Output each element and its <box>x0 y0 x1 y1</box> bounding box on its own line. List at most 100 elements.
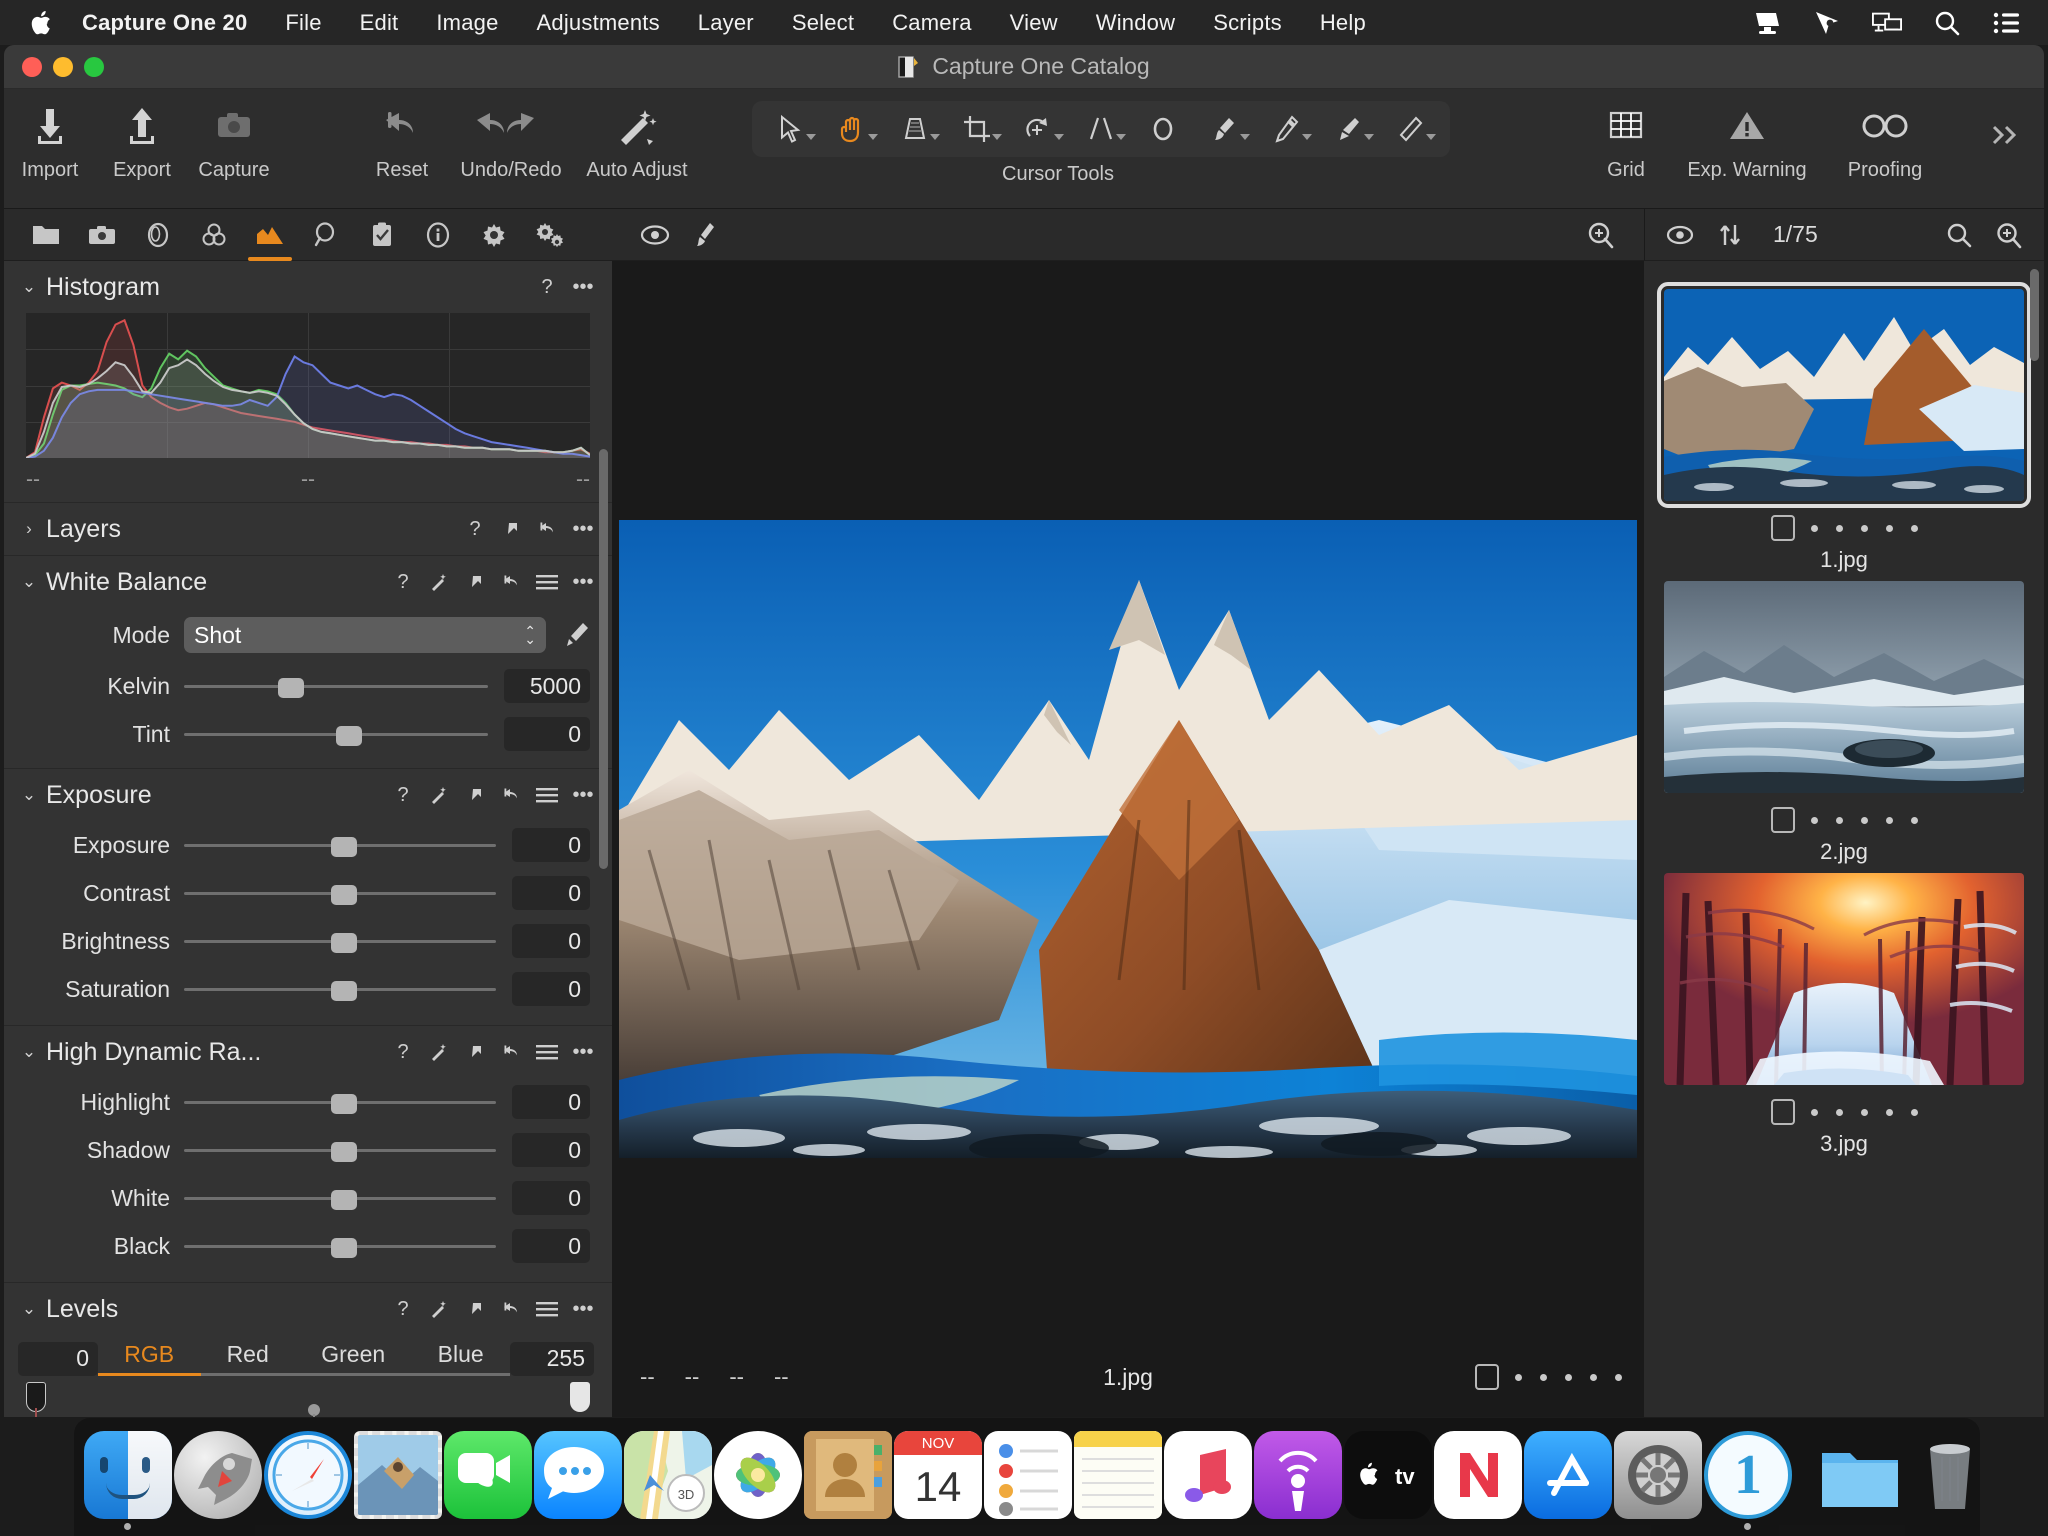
reset-icon[interactable] <box>500 571 522 593</box>
copy-apply-icon[interactable] <box>464 1041 486 1063</box>
control-center-icon[interactable] <box>1992 8 2022 38</box>
auto-adjust-button[interactable]: Auto Adjust <box>574 97 700 182</box>
help-icon[interactable]: ? <box>464 518 486 540</box>
copy-apply-icon[interactable] <box>464 784 486 806</box>
more-options-icon[interactable]: ••• <box>572 1041 594 1063</box>
rating-star-5[interactable] <box>1910 524 1918 532</box>
viewer-visibility-icon[interactable] <box>630 215 680 255</box>
capture-button[interactable]: Capture <box>188 97 280 182</box>
color-tag-checkbox[interactable] <box>1475 1364 1499 1390</box>
dock-item-news[interactable] <box>1434 1421 1522 1533</box>
help-icon[interactable]: ? <box>392 784 414 806</box>
more-options-icon[interactable]: ••• <box>572 784 594 806</box>
dock-item-messages[interactable] <box>534 1421 622 1533</box>
metadata-tab[interactable] <box>410 209 466 261</box>
output-tab[interactable] <box>466 209 522 261</box>
auto-wand-icon[interactable] <box>428 1298 450 1320</box>
spot-removal-tool[interactable] <box>1132 106 1194 152</box>
chevron-down-icon[interactable] <box>806 134 816 140</box>
menu-item-window[interactable]: Window <box>1077 10 1194 36</box>
browser-visibility-icon[interactable] <box>1659 215 1701 255</box>
chevron-down-icon[interactable] <box>868 134 878 140</box>
thumbnail-rating-2[interactable] <box>1810 816 1918 824</box>
menu-item-edit[interactable]: Edit <box>341 10 418 36</box>
help-icon[interactable]: ? <box>392 1298 414 1320</box>
crop-tool[interactable] <box>946 106 1008 152</box>
thumbnail-item-1[interactable]: 1.jpg <box>1644 282 2044 573</box>
reset-icon[interactable] <box>500 1041 522 1063</box>
dock-item-mail[interactable] <box>354 1421 442 1533</box>
rating-star-3[interactable] <box>1860 816 1868 824</box>
black-slider[interactable] <box>184 1233 496 1259</box>
shadow-value[interactable]: 0 <box>512 1133 590 1167</box>
thumbnail-image-1[interactable] <box>1657 282 2031 508</box>
thumbnail-color-tag-1[interactable] <box>1770 515 1795 541</box>
thumbnail-color-tag-2[interactable] <box>1770 807 1795 833</box>
keystone-tool[interactable] <box>884 106 946 152</box>
menu-item-image[interactable]: Image <box>417 10 517 36</box>
eyedropper-icon[interactable] <box>556 620 598 650</box>
dock-item-facetime[interactable] <box>444 1421 532 1533</box>
browser-zoom-icon[interactable] <box>1988 215 2030 255</box>
import-button[interactable]: Import <box>4 97 96 182</box>
thumbnail-list[interactable]: 1.jpg 2.jpg 3.jpg <box>1644 261 2044 1417</box>
menu-item-help[interactable]: Help <box>1301 10 1385 36</box>
rating-star-2[interactable] <box>1835 524 1843 532</box>
more-options-icon[interactable]: ••• <box>572 1298 594 1320</box>
thumbnail-item-2[interactable]: 2.jpg <box>1644 581 2044 865</box>
exposure-tab[interactable] <box>242 209 298 261</box>
menu-item-file[interactable]: File <box>266 10 340 36</box>
gradient-mask-tool[interactable] <box>1256 106 1318 152</box>
levels-min-value[interactable]: 0 <box>18 1341 98 1376</box>
thumbnail-image-3[interactable] <box>1664 873 2024 1085</box>
wb-mode-select[interactable]: Shot ⌃ ⌄ <box>184 617 546 653</box>
reset-button[interactable]: Reset <box>356 97 448 182</box>
rating-star-5[interactable] <box>1910 816 1918 824</box>
menu-item-layer[interactable]: Layer <box>679 10 773 36</box>
rating-star-2[interactable] <box>1540 1373 1547 1381</box>
rating-star-1[interactable] <box>1515 1373 1522 1381</box>
dock-item-app-store[interactable] <box>1524 1421 1612 1533</box>
white-slider[interactable] <box>184 1185 496 1211</box>
dock-item-launchpad[interactable] <box>174 1421 262 1533</box>
chevron-down-icon[interactable]: ⌄ <box>18 277 40 297</box>
shadow-slider[interactable] <box>184 1137 496 1163</box>
brightness-value[interactable]: 0 <box>512 924 590 958</box>
levels-white-point-handle[interactable] <box>570 1382 590 1412</box>
menu-item-view[interactable]: View <box>991 10 1077 36</box>
rating-star-1[interactable] <box>1810 1108 1818 1116</box>
rotate-tool[interactable] <box>1008 106 1070 152</box>
viewer-brush-icon[interactable] <box>680 215 730 255</box>
dock-item-maps[interactable]: 3D <box>624 1421 712 1533</box>
more-options-icon[interactable]: ••• <box>572 571 594 593</box>
export-button[interactable]: Export <box>96 97 188 182</box>
browser-search-icon[interactable] <box>1938 215 1980 255</box>
presets-menu-icon[interactable] <box>536 571 558 593</box>
menu-item-app-name[interactable]: Capture One 20 <box>82 10 266 36</box>
white-value[interactable]: 0 <box>512 1181 590 1215</box>
chevron-down-icon[interactable]: ⌄ <box>18 785 40 805</box>
white-balance-header[interactable]: ⌄ White Balance ? ••• <box>4 556 612 608</box>
copy-apply-icon[interactable] <box>500 518 522 540</box>
chevron-down-icon[interactable] <box>1240 134 1250 140</box>
proofing-button[interactable]: Proofing <box>1822 97 1948 182</box>
levels-tab-green[interactable]: Green <box>315 1341 391 1376</box>
thumbnail-item-3[interactable]: 3.jpg <box>1644 873 2044 1157</box>
chevron-down-icon[interactable] <box>930 134 940 140</box>
rating-star-3[interactable] <box>1860 524 1868 532</box>
capture-tab[interactable] <box>74 209 130 261</box>
layers-header[interactable]: › Layers ? ••• <box>4 503 612 555</box>
batch-tab[interactable] <box>522 209 578 261</box>
library-tab[interactable] <box>18 209 74 261</box>
chevron-down-icon[interactable] <box>992 134 1002 140</box>
maximize-button[interactable] <box>84 57 104 77</box>
viewer-stage[interactable] <box>612 261 1644 1417</box>
presets-menu-icon[interactable] <box>536 784 558 806</box>
rating-star-4[interactable] <box>1885 816 1893 824</box>
kelvin-slider[interactable] <box>184 673 488 699</box>
dock-item-trash[interactable] <box>1906 1421 1994 1533</box>
dock-item-safari[interactable] <box>264 1421 352 1533</box>
sort-order-icon[interactable] <box>1709 215 1751 255</box>
reset-icon[interactable] <box>536 518 558 540</box>
details-tab[interactable] <box>298 209 354 261</box>
